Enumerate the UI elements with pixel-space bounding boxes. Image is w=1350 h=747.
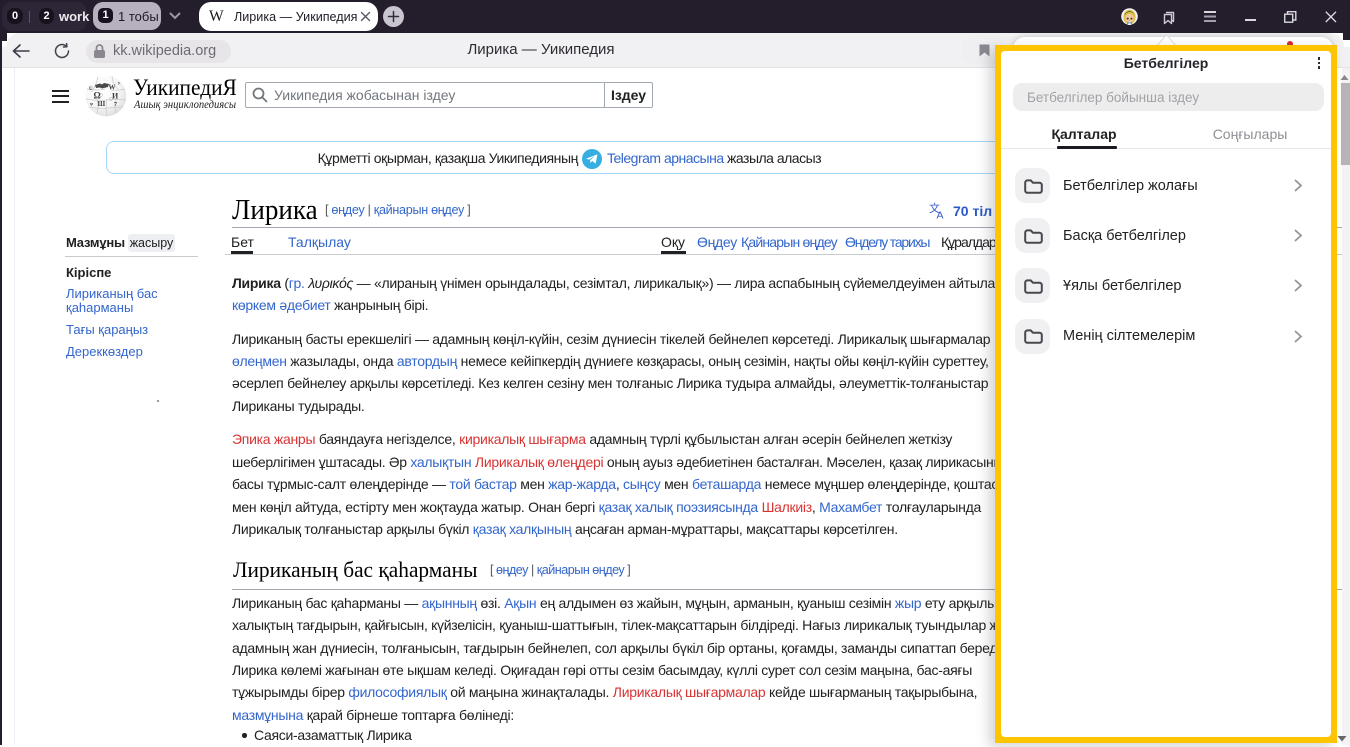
svg-text:Ш: Ш: [98, 100, 106, 108]
svg-text:7: 7: [114, 102, 117, 108]
svg-text:W: W: [109, 84, 116, 92]
svg-text:Ω: Ω: [94, 91, 101, 101]
svg-text:A: A: [937, 210, 944, 221]
svg-text:И: И: [112, 92, 119, 101]
svg-text:U: U: [89, 87, 93, 92]
